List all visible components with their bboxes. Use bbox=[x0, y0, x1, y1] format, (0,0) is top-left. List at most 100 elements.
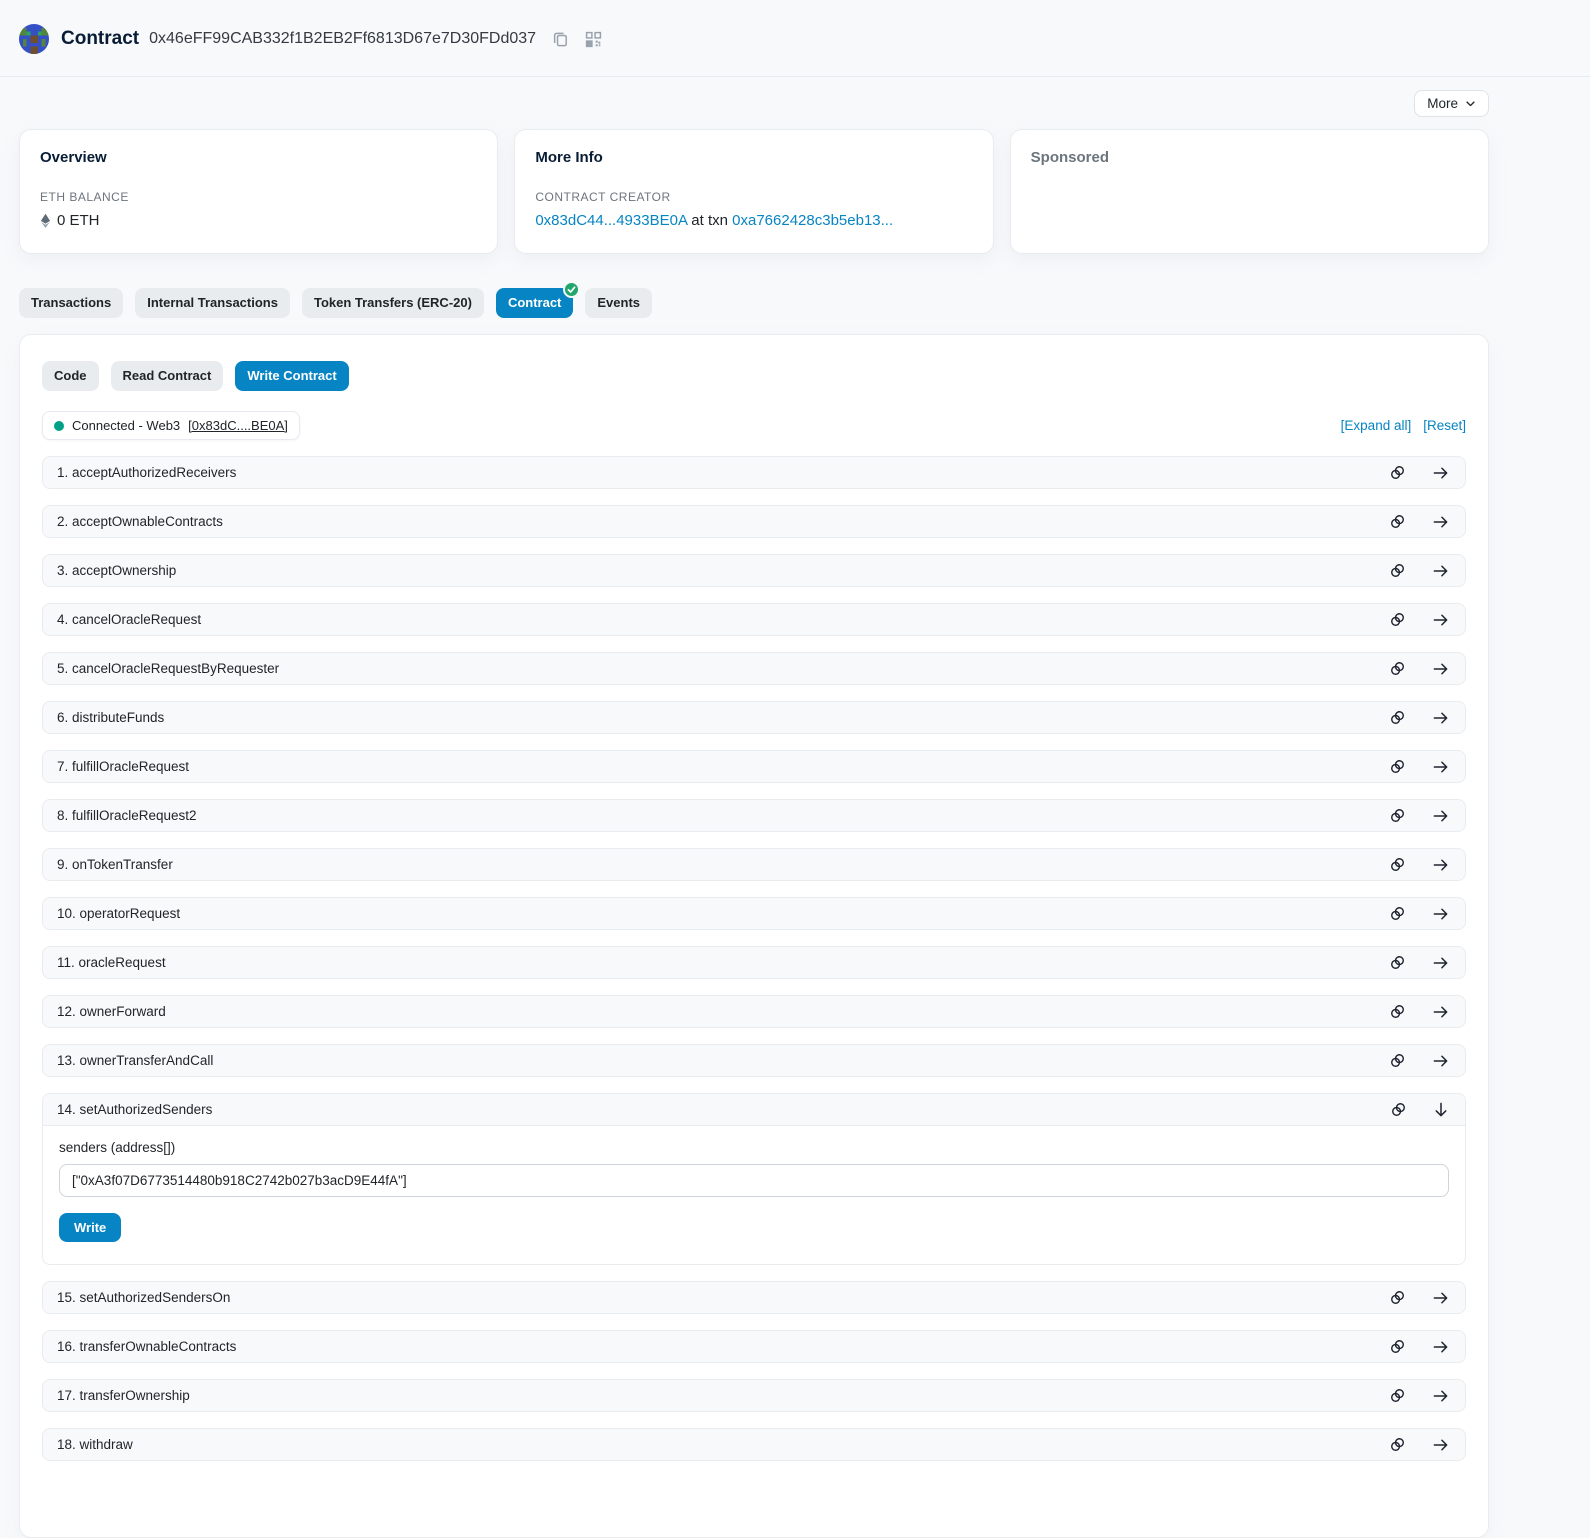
function-row[interactable]: 4. cancelOracleRequest bbox=[42, 603, 1466, 636]
wallet-address-link[interactable]: [0x83dC....BE0A] bbox=[188, 418, 288, 433]
wallet-status[interactable]: Connected - Web3 [0x83dC....BE0A] bbox=[42, 411, 300, 440]
tab-transactions[interactable]: Transactions bbox=[19, 288, 123, 318]
function-label: 9. onTokenTransfer bbox=[57, 855, 173, 874]
function-row[interactable]: 15. setAuthorizedSendersOn bbox=[42, 1281, 1466, 1314]
collapse-arrow-icon[interactable] bbox=[1433, 1101, 1449, 1118]
function-row[interactable]: 7. fulfillOracleRequest bbox=[42, 750, 1466, 783]
function-row[interactable]: 16. transferOwnableContracts bbox=[42, 1330, 1466, 1363]
function-row[interactable]: 9. onTokenTransfer bbox=[42, 848, 1466, 881]
expand-arrow-icon[interactable] bbox=[1432, 1388, 1449, 1404]
permalink-icon[interactable] bbox=[1389, 758, 1406, 775]
connected-dot-icon bbox=[54, 421, 64, 431]
function-label: 18. withdraw bbox=[57, 1435, 133, 1454]
permalink-icon[interactable] bbox=[1389, 1289, 1406, 1306]
function-label: 11. oracleRequest bbox=[57, 953, 166, 972]
permalink-icon[interactable] bbox=[1389, 905, 1406, 922]
permalink-icon[interactable] bbox=[1389, 1387, 1406, 1404]
subtab-code[interactable]: Code bbox=[42, 361, 99, 391]
expand-arrow-icon[interactable] bbox=[1432, 1053, 1449, 1069]
expand-arrow-icon[interactable] bbox=[1432, 759, 1449, 775]
creator-address-link[interactable]: 0x83dC44...4933BE0A bbox=[535, 212, 687, 229]
function-row-expanded-header[interactable]: 14. setAuthorizedSenders bbox=[43, 1094, 1465, 1126]
function-label: 13. ownerTransferAndCall bbox=[57, 1051, 213, 1070]
ethereum-icon bbox=[40, 213, 51, 229]
expand-arrow-icon[interactable] bbox=[1432, 1339, 1449, 1355]
permalink-icon[interactable] bbox=[1390, 1101, 1407, 1118]
tab-token-transfers[interactable]: Token Transfers (ERC-20) bbox=[302, 288, 484, 318]
function-label: 7. fulfillOracleRequest bbox=[57, 757, 189, 776]
function-row[interactable]: 11. oracleRequest bbox=[42, 946, 1466, 979]
permalink-icon[interactable] bbox=[1389, 1003, 1406, 1020]
page-title: Contract bbox=[61, 28, 139, 50]
function-label: 1. acceptAuthorizedReceivers bbox=[57, 463, 236, 482]
expand-arrow-icon[interactable] bbox=[1432, 661, 1449, 677]
tab-internal-transactions[interactable]: Internal Transactions bbox=[135, 288, 290, 318]
function-row[interactable]: 10. operatorRequest bbox=[42, 897, 1466, 930]
function-row[interactable]: 8. fulfillOracleRequest2 bbox=[42, 799, 1466, 832]
function-row[interactable]: 17. transferOwnership bbox=[42, 1379, 1466, 1412]
expand-arrow-icon[interactable] bbox=[1432, 857, 1449, 873]
function-row[interactable]: 5. cancelOracleRequestByRequester bbox=[42, 652, 1466, 685]
function-expanded-setAuthorizedSenders: 14. setAuthorizedSenders senders ( bbox=[42, 1093, 1466, 1265]
function-row[interactable]: 1. acceptAuthorizedReceivers bbox=[42, 456, 1466, 489]
function-row[interactable]: 12. ownerForward bbox=[42, 995, 1466, 1028]
sponsored-title: Sponsored bbox=[1031, 149, 1468, 166]
permalink-icon[interactable] bbox=[1389, 464, 1406, 481]
summary-cards: Overview ETH BALANCE 0 ETH More Info CON… bbox=[19, 129, 1489, 254]
permalink-icon[interactable] bbox=[1389, 807, 1406, 824]
function-label: 17. transferOwnership bbox=[57, 1386, 190, 1405]
function-row[interactable]: 3. acceptOwnership bbox=[42, 554, 1466, 587]
expand-all-link[interactable]: [Expand all] bbox=[1341, 418, 1412, 433]
verified-check-badge bbox=[563, 281, 580, 298]
creation-txn-link[interactable]: 0xa7662428c3b5eb13... bbox=[732, 212, 893, 229]
contract-creator-label: CONTRACT CREATOR bbox=[535, 190, 972, 204]
function-row[interactable]: 18. withdraw bbox=[42, 1428, 1466, 1461]
more-button-label: More bbox=[1427, 96, 1458, 111]
expand-arrow-icon[interactable] bbox=[1432, 710, 1449, 726]
expand-arrow-icon[interactable] bbox=[1432, 465, 1449, 481]
permalink-icon[interactable] bbox=[1389, 1436, 1406, 1453]
permalink-icon[interactable] bbox=[1389, 856, 1406, 873]
function-label: 10. operatorRequest bbox=[57, 904, 180, 923]
expand-arrow-icon[interactable] bbox=[1432, 808, 1449, 824]
tab-contract[interactable]: Contract bbox=[496, 288, 573, 318]
expand-arrow-icon[interactable] bbox=[1432, 1004, 1449, 1020]
reset-link[interactable]: [Reset] bbox=[1423, 418, 1466, 433]
write-button[interactable]: Write bbox=[59, 1213, 121, 1242]
subtab-write-contract[interactable]: Write Contract bbox=[235, 361, 348, 391]
tab-events[interactable]: Events bbox=[585, 288, 652, 318]
senders-input[interactable] bbox=[59, 1164, 1449, 1197]
permalink-icon[interactable] bbox=[1389, 513, 1406, 530]
permalink-icon[interactable] bbox=[1389, 1338, 1406, 1355]
list-actions: [Expand all] [Reset] bbox=[1341, 418, 1466, 433]
permalink-icon[interactable] bbox=[1389, 709, 1406, 726]
expand-arrow-icon[interactable] bbox=[1432, 906, 1449, 922]
function-row[interactable]: 2. acceptOwnableContracts bbox=[42, 505, 1466, 538]
function-row[interactable]: 13. ownerTransferAndCall bbox=[42, 1044, 1466, 1077]
permalink-icon[interactable] bbox=[1389, 611, 1406, 628]
more-button[interactable]: More bbox=[1414, 90, 1489, 117]
functions-list-bottom: 15. setAuthorizedSendersOn bbox=[42, 1281, 1466, 1461]
copy-address-icon[interactable] bbox=[552, 31, 569, 48]
permalink-icon[interactable] bbox=[1389, 954, 1406, 971]
function-label: 15. setAuthorizedSendersOn bbox=[57, 1288, 230, 1307]
expand-arrow-icon[interactable] bbox=[1432, 514, 1449, 530]
permalink-icon[interactable] bbox=[1389, 562, 1406, 579]
expand-arrow-icon[interactable] bbox=[1432, 612, 1449, 628]
eth-balance-label: ETH BALANCE bbox=[40, 190, 477, 204]
expand-arrow-icon[interactable] bbox=[1432, 1290, 1449, 1306]
wallet-status-text: Connected - Web3 bbox=[72, 418, 180, 433]
more-info-card: More Info CONTRACT CREATOR 0x83dC44...49… bbox=[514, 129, 993, 254]
qr-code-icon[interactable] bbox=[585, 31, 602, 48]
permalink-icon[interactable] bbox=[1389, 1052, 1406, 1069]
function-row[interactable]: 6. distributeFunds bbox=[42, 701, 1466, 734]
subtab-read-contract[interactable]: Read Contract bbox=[111, 361, 224, 391]
function-label: 12. ownerForward bbox=[57, 1002, 166, 1021]
permalink-icon[interactable] bbox=[1389, 660, 1406, 677]
expand-arrow-icon[interactable] bbox=[1432, 563, 1449, 579]
param-label: senders (address[]) bbox=[59, 1140, 1449, 1155]
page-header: Contract 0x46eFF99CAB332f1B2EB2Ff6813D67… bbox=[0, 0, 1590, 77]
expand-arrow-icon[interactable] bbox=[1432, 1437, 1449, 1453]
overview-title: Overview bbox=[40, 149, 477, 166]
expand-arrow-icon[interactable] bbox=[1432, 955, 1449, 971]
